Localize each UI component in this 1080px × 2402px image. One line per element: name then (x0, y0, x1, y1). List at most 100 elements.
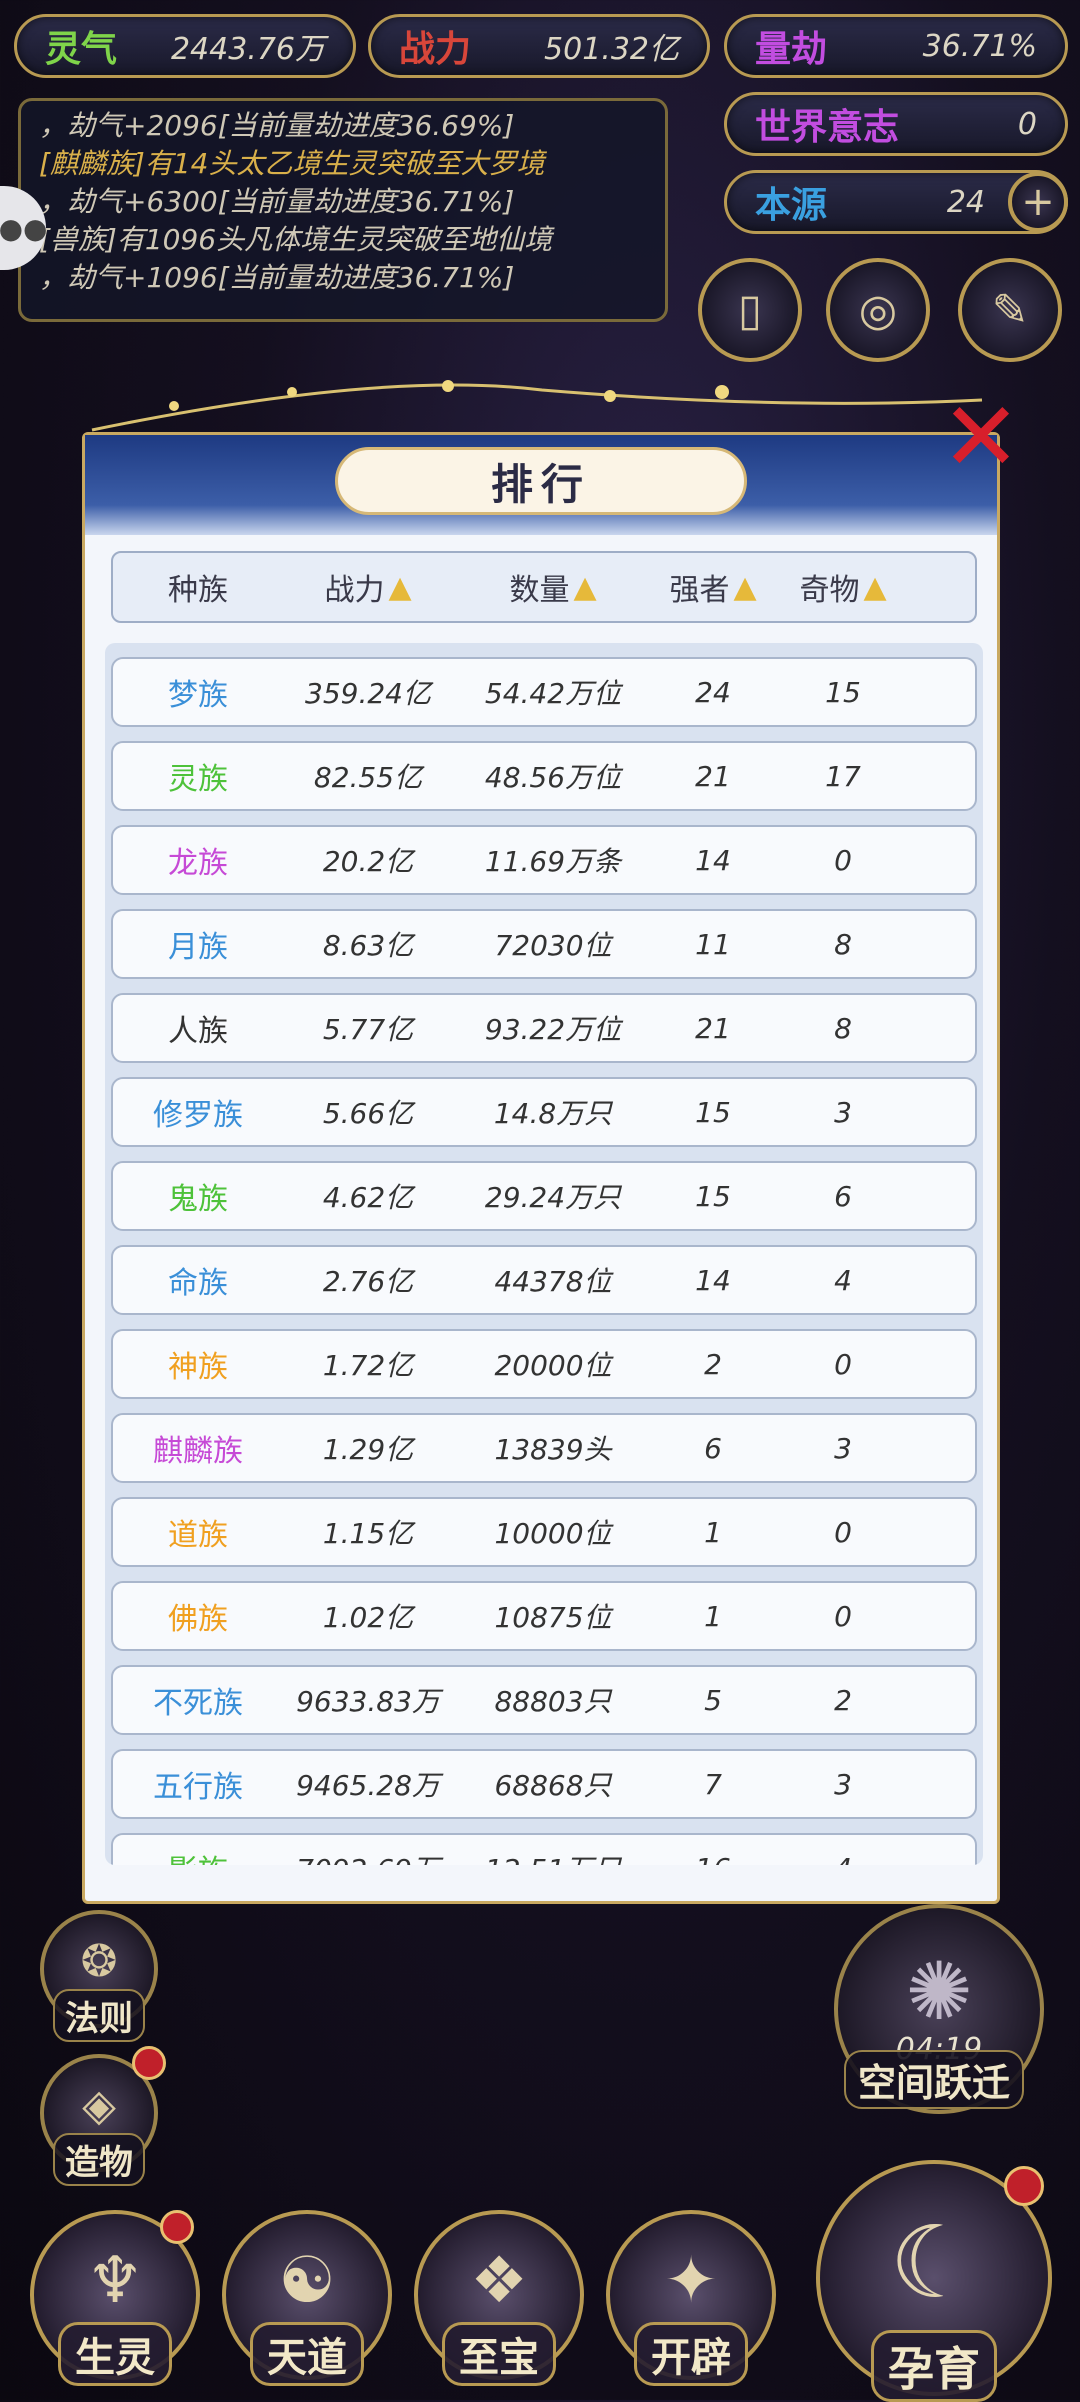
table-row[interactable]: 命族 2.76亿 44378位 14 4 (111, 1245, 977, 1315)
sort-arrow-icon: ▲ (863, 569, 887, 605)
race-strong: 2 (704, 1347, 722, 1381)
race-strong: 14 (695, 1263, 731, 1297)
event-log: ，劫气+2096[当前量劫进度36.69%] [麒麟族]有14头太乙境生灵突破至… (18, 98, 668, 322)
notification-dot (160, 2210, 194, 2244)
table-row[interactable]: 道族 1.15亿 10000位 1 0 (111, 1497, 977, 1567)
scroll-button[interactable]: ✎ (958, 258, 1062, 362)
table-row[interactable]: 佛族 1.02亿 10875位 1 0 (111, 1581, 977, 1651)
scroll-icon: ✎ (991, 284, 1029, 336)
race-items: 8 (834, 927, 852, 961)
race-items: 8 (834, 1011, 852, 1045)
race-name: 灵族 (168, 762, 228, 797)
table-row[interactable]: 神族 1.72亿 20000位 2 0 (111, 1329, 977, 1399)
race-items: 4 (834, 1263, 852, 1297)
race-name: 命族 (168, 1266, 228, 1301)
race-power: 1.15亿 (322, 1517, 414, 1550)
race-power: 359.24亿 (305, 677, 431, 710)
table-row[interactable]: 影族7092.69万12.51万只164 (111, 1833, 977, 1865)
lingqi-value: 2443.76万 (170, 32, 325, 67)
card-icon: ▯ (737, 284, 763, 336)
liangjie-value: 36.71% (922, 28, 1037, 64)
log-line: [麒麟族]有14头太乙境生灵突破至大罗境 (39, 147, 545, 180)
vortex-icon: ◎ (858, 284, 898, 336)
card-button[interactable]: ▯ (698, 258, 802, 362)
race-items: 0 (834, 1599, 852, 1633)
add-benyuan-button[interactable]: + (1008, 172, 1068, 232)
table-row[interactable]: 麒麟族 1.29亿 13839头 6 3 (111, 1413, 977, 1483)
race-count: 14.8万只 (493, 1097, 613, 1130)
race-count: 68868只 (494, 1769, 612, 1802)
nav-open-button[interactable]: ✦ 开辟 (606, 2210, 776, 2386)
modal-title: 排行 (335, 447, 747, 515)
nurture-icon: ☾ (889, 2204, 979, 2321)
race-strong: 14 (695, 843, 731, 877)
race-name: 梦族 (168, 678, 228, 713)
table-row[interactable]: 月族 8.63亿 72030位 11 8 (111, 909, 977, 979)
race-strong: 16 (653, 1852, 773, 1866)
plus-icon: + (1021, 179, 1055, 225)
nav-treasure-label: 至宝 (442, 2322, 556, 2386)
log-line: ，劫气+6300[当前量劫进度36.71%] (39, 185, 515, 218)
race-name: 月族 (168, 930, 228, 965)
vortex-swirl-icon: ✺ (905, 1944, 973, 2038)
rule-label: 法则 (53, 1989, 145, 2042)
ranking-list[interactable]: 梦族 359.24亿 54.42万位 24 15 灵族 82.55亿 48.56万位 21 17 龙… (105, 643, 983, 1865)
race-strong: 6 (704, 1431, 722, 1465)
race-power: 4.62亿 (322, 1181, 414, 1214)
race-items: 3 (834, 1431, 852, 1465)
rule-icon: ❂ (80, 1936, 118, 1987)
close-button[interactable]: ✕ (938, 389, 1024, 485)
nav-creatures-label: 生灵 (58, 2322, 172, 2386)
table-row[interactable]: 龙族 20.2亿 11.69万条 14 0 (111, 825, 977, 895)
race-strong: 7 (704, 1767, 722, 1801)
zhanli-value: 501.32亿 (544, 32, 679, 67)
liangjie-label: 量劫 (755, 28, 828, 70)
race-name: 龙族 (168, 846, 228, 881)
race-strong: 15 (695, 1095, 731, 1129)
race-strong: 5 (704, 1683, 722, 1717)
table-row[interactable]: 五行族 9465.28万 68868只 7 3 (111, 1749, 977, 1819)
race-name: 道族 (168, 1518, 228, 1553)
race-count: 12.51万只 (453, 1848, 653, 1865)
table-row[interactable]: 灵族 82.55亿 48.56万位 21 17 (111, 741, 977, 811)
notification-dot (132, 2046, 166, 2080)
race-strong: 24 (695, 675, 731, 709)
heaven-icon: ☯ (278, 2244, 336, 2318)
race-count: 20000位 (494, 1349, 612, 1382)
nav-treasure-button[interactable]: ❖ 至宝 (414, 2210, 584, 2386)
race-count: 54.42万位 (484, 677, 622, 710)
race-power: 9465.28万 (296, 1769, 440, 1802)
race-items: 6 (834, 1179, 852, 1213)
log-line: ，劫气+1096[当前量劫进度36.71%] (39, 261, 515, 294)
race-count: 88803只 (494, 1685, 612, 1718)
open-icon: ✦ (664, 2244, 718, 2318)
space-jump-label: 空间跃迁 (844, 2050, 1025, 2109)
race-power: 8.63亿 (322, 929, 414, 962)
table-row[interactable]: 鬼族 4.62亿 29.24万只 15 6 (111, 1161, 977, 1231)
race-power: 1.02亿 (322, 1601, 414, 1634)
nurture-label: 孕育 (871, 2330, 997, 2402)
header-power[interactable]: 战力 ▲ (283, 565, 453, 609)
rule-button[interactable]: ❂ 法则 (40, 1910, 158, 2042)
nav-heaven-button[interactable]: ☯ 天道 (222, 2210, 392, 2386)
race-count: 29.24万只 (484, 1181, 622, 1214)
race-count: 93.22万位 (484, 1013, 622, 1046)
shijie-value: 0 (1017, 106, 1037, 142)
race-name: 不死族 (153, 1686, 243, 1721)
race-power: 1.72亿 (322, 1349, 414, 1382)
table-row[interactable]: 修罗族 5.66亿 14.8万只 15 3 (111, 1077, 977, 1147)
table-header: 种族 战力 ▲ 数量 ▲ 强者 ▲ 奇物 ▲ (111, 551, 977, 623)
header-items[interactable]: 奇物 ▲ (773, 565, 913, 609)
treasure-icon: ❖ (470, 2244, 528, 2318)
decorative-arc (91, 380, 983, 432)
chat-icon: ●● (0, 211, 48, 245)
header-strong[interactable]: 强者 ▲ (653, 565, 773, 609)
notification-dot (1004, 2166, 1044, 2206)
log-line: ，劫气+2096[当前量劫进度36.69%] (39, 109, 515, 142)
header-count[interactable]: 数量 ▲ (453, 565, 653, 609)
liangjie-stat: 量劫 36.71% (724, 14, 1068, 78)
table-row[interactable]: 不死族 9633.83万 88803只 5 2 (111, 1665, 977, 1735)
table-row[interactable]: 人族 5.77亿 93.22万位 21 8 (111, 993, 977, 1063)
table-row[interactable]: 梦族 359.24亿 54.42万位 24 15 (111, 657, 977, 727)
vortex-button[interactable]: ◎ (826, 258, 930, 362)
